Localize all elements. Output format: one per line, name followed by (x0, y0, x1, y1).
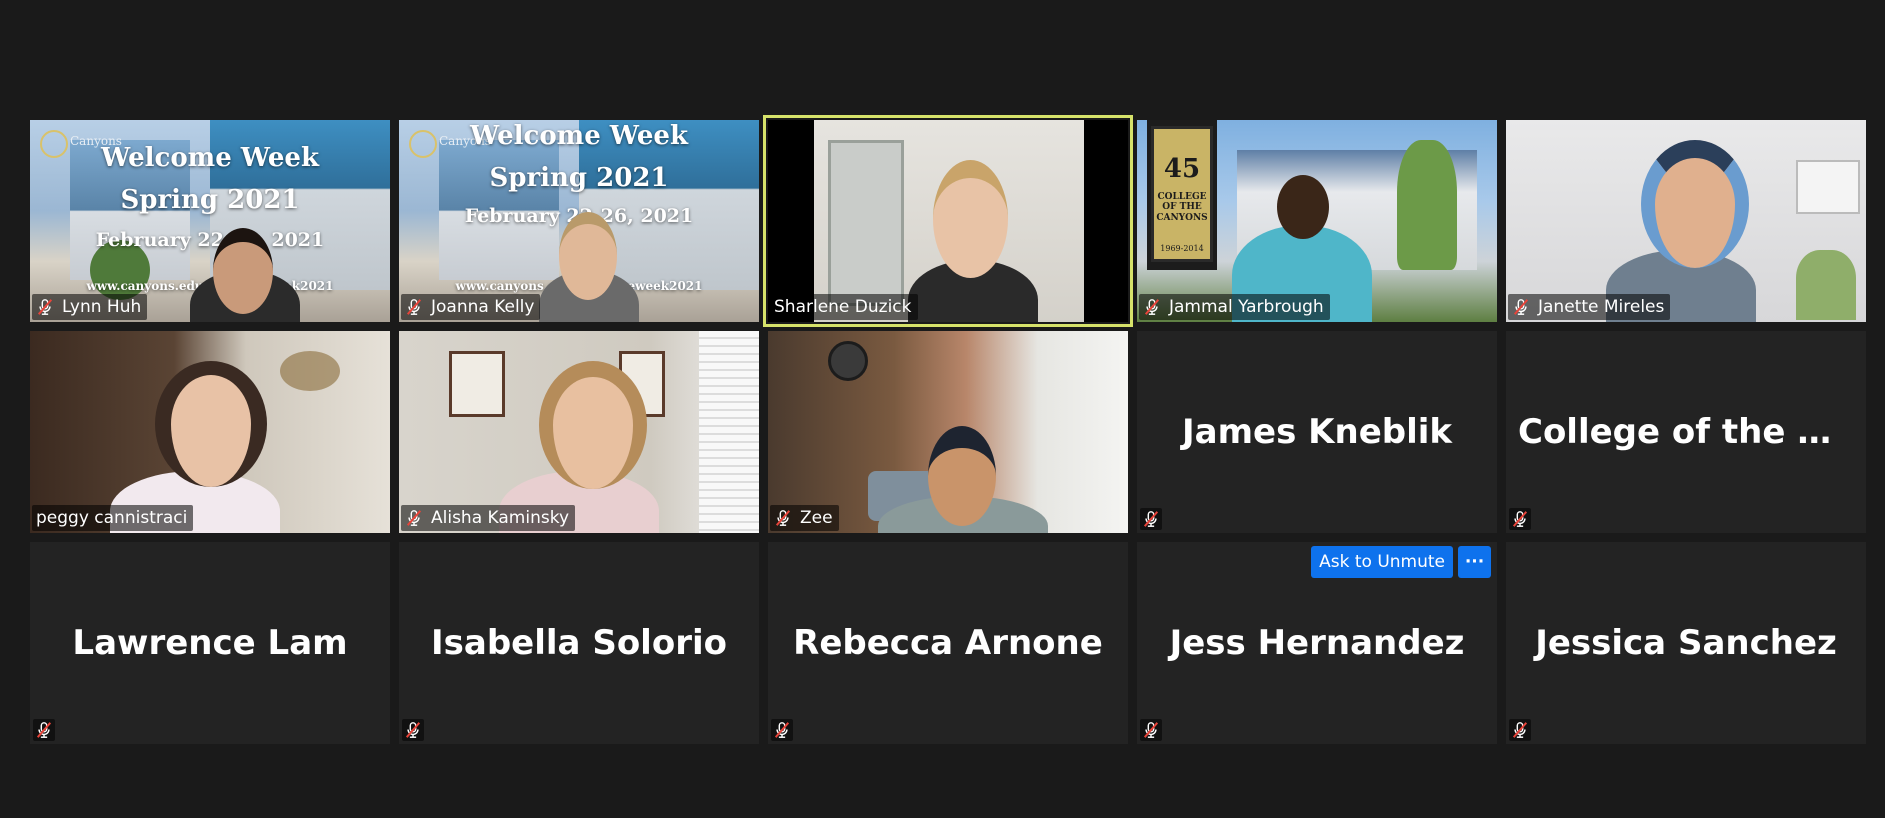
participant-name-label: Alisha Kaminsky (401, 505, 576, 531)
muted-microphone-icon (773, 721, 791, 739)
participant-tile-college-of-the-canyons[interactable]: College of the C... (1506, 331, 1866, 533)
promo-virtual-background: Canyons Welcome Week Spring 2021 Februar… (30, 120, 390, 322)
participant-tile-lawrence-lam[interactable]: Lawrence Lam (30, 542, 390, 744)
muted-microphone-icon (1142, 721, 1160, 739)
participant-tile-peggy-cannistraci[interactable]: peggy cannistraci (30, 331, 390, 533)
mute-status (1509, 719, 1531, 741)
participant-video (1506, 120, 1866, 322)
participant-display-name: Jessica Sanchez (1535, 623, 1837, 663)
participant-tile-janette-mireles[interactable]: Janette Mireles (1506, 120, 1866, 322)
mute-status (33, 719, 55, 741)
participant-tile-jessica-sanchez[interactable]: Jessica Sanchez (1506, 542, 1866, 744)
participant-video (768, 120, 1128, 322)
participant-name-label: peggy cannistraci (32, 505, 194, 531)
promo-title: Welcome Week (101, 143, 319, 173)
more-options-icon: ··· (1464, 552, 1485, 572)
participant-display-name: College of the C... (1518, 412, 1861, 452)
participant-name-label: Sharlene Duzick (770, 294, 918, 320)
promo-subtitle: Spring 2021 (489, 163, 669, 193)
muted-microphone-icon (405, 298, 423, 316)
participant-tile-joanna-kelly[interactable]: Canyons Welcome Week Spring 2021 Februar… (399, 120, 759, 322)
participant-video (399, 331, 759, 533)
muted-microphone-icon (1512, 298, 1530, 316)
participant-tile-sharlene-duzick[interactable]: Sharlene Duzick (763, 115, 1133, 327)
more-options-button[interactable]: ··· (1458, 546, 1491, 578)
banner-sign-text: COLLEGE OF THE CANYONS (1156, 192, 1208, 223)
wall-clock-icon (828, 341, 868, 381)
muted-microphone-icon (404, 721, 422, 739)
participant-name-label: Joanna Kelly (401, 294, 541, 320)
promo-title: Welcome Week (470, 121, 688, 151)
muted-microphone-icon (35, 721, 53, 739)
campus-virtual-background: 45 COLLEGE OF THE CANYONS 1969-2014 (1137, 120, 1497, 322)
mute-status (402, 719, 424, 741)
participant-name-label: Zee (770, 505, 839, 531)
participant-tile-jess-hernandez[interactable]: Ask to Unmute ··· Jess Hernandez (1137, 542, 1497, 744)
participant-tile-jammal-yarbrough[interactable]: 45 COLLEGE OF THE CANYONS 1969-2014 Jamm… (1137, 120, 1497, 322)
muted-microphone-icon (1142, 510, 1160, 528)
participant-tile-lynn-huh[interactable]: Canyons Welcome Week Spring 2021 Februar… (30, 120, 390, 322)
participant-name-label: Jammal Yarbrough (1139, 294, 1330, 320)
muted-microphone-icon (1511, 510, 1529, 528)
participant-name-label: Janette Mireles (1508, 294, 1671, 320)
participant-name-label: Lynn Huh (32, 294, 148, 320)
mute-status (1509, 508, 1531, 530)
video-gallery-grid: Canyons Welcome Week Spring 2021 Februar… (30, 115, 1866, 744)
muted-microphone-icon (36, 298, 54, 316)
participant-tile-isabella-solorio[interactable]: Isabella Solorio (399, 542, 759, 744)
promo-subtitle: Spring 2021 (120, 185, 300, 215)
participant-display-name: James Kneblik (1181, 412, 1453, 452)
participant-display-name: Rebecca Arnone (793, 623, 1103, 663)
banner-sign-years: 1969-2014 (1160, 244, 1204, 253)
muted-microphone-icon (774, 509, 792, 527)
participant-display-name: Isabella Solorio (431, 623, 727, 663)
participant-tile-james-kneblik[interactable]: James Kneblik (1137, 331, 1497, 533)
participant-video (768, 331, 1128, 533)
participant-display-name: Jess Hernandez (1169, 623, 1465, 663)
participant-hover-controls: Ask to Unmute ··· (1311, 546, 1491, 578)
mute-status (1140, 719, 1162, 741)
muted-microphone-icon (1143, 298, 1161, 316)
muted-microphone-icon (405, 509, 423, 527)
muted-microphone-icon (1511, 721, 1529, 739)
participant-tile-zee[interactable]: Zee (768, 331, 1128, 533)
mute-status (771, 719, 793, 741)
promo-virtual-background: Canyons Welcome Week Spring 2021 Februar… (399, 120, 759, 322)
participant-display-name: Lawrence Lam (72, 623, 348, 663)
participant-video (30, 331, 390, 533)
participant-tile-alisha-kaminsky[interactable]: Alisha Kaminsky (399, 331, 759, 533)
participant-tile-rebecca-arnone[interactable]: Rebecca Arnone (768, 542, 1128, 744)
mute-status (1140, 508, 1162, 530)
banner-sign-number: 45 (1163, 154, 1201, 184)
promo-dates: February 22-26, 2021 (95, 229, 325, 251)
ask-to-unmute-button[interactable]: Ask to Unmute (1311, 546, 1453, 578)
